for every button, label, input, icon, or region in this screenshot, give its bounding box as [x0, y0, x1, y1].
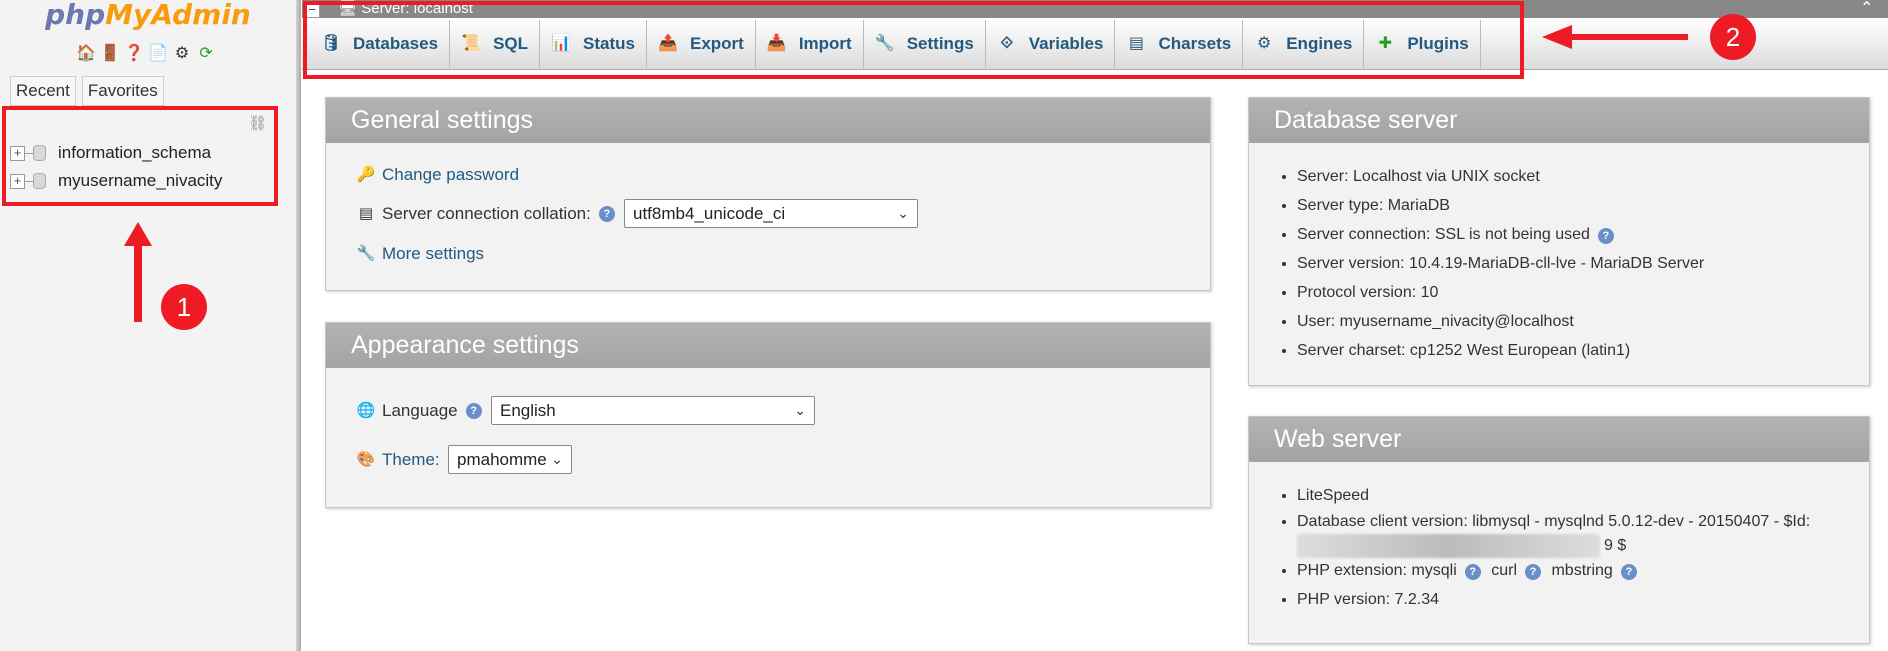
help-icon[interactable]: ?	[1464, 564, 1481, 580]
general-settings-panel: General settings 🔑 Change password ▤ Ser…	[325, 97, 1211, 291]
highlight-box-2	[303, 1, 1524, 79]
list-item: PHP version: 7.2.34	[1297, 585, 1837, 614]
collation-row: ▤ Server connection collation: ?	[356, 204, 615, 224]
more-settings-row: 🔧 More settings	[356, 244, 484, 264]
theme-label[interactable]: Theme:	[382, 450, 440, 470]
appearance-settings-panel: Appearance settings 🌐 Language ? English…	[325, 322, 1211, 508]
help-icon[interactable]: ?	[598, 206, 615, 222]
chevron-down-icon: ⌄	[897, 205, 909, 221]
nav-toolbar: 🏠 🚪 ❓ 📄 ⚙ ⟳	[76, 44, 216, 64]
help-icon[interactable]: ?	[1525, 564, 1542, 580]
home-icon[interactable]: 🏠	[76, 44, 96, 64]
tab-recent[interactable]: Recent	[10, 76, 76, 106]
tab-favorites[interactable]: Favorites	[81, 76, 164, 106]
database-server-panel: Database server Server: Localhost via UN…	[1248, 97, 1870, 386]
nav-resizer[interactable]	[296, 0, 301, 651]
list-item: User: myusername_nivacity@localhost	[1297, 307, 1704, 336]
help-icon[interactable]: ?	[1597, 228, 1614, 244]
panel-title: Database server	[1249, 98, 1869, 143]
logout-icon[interactable]: 🚪	[100, 44, 120, 64]
change-password-link[interactable]: Change password	[382, 165, 519, 185]
annotation-badge-1: 1	[161, 284, 207, 330]
chevron-down-icon: ⌄	[551, 451, 563, 467]
gear-icon[interactable]: ⚙	[172, 44, 192, 64]
language-row: 🌐 Language ?	[356, 401, 482, 421]
help-icon[interactable]: ?	[465, 403, 482, 419]
language-select[interactable]: English ⌄	[491, 396, 815, 425]
collation-label: Server connection collation:	[382, 204, 591, 223]
list-item: Protocol version: 10	[1297, 278, 1704, 307]
language-icon: 🌐	[356, 402, 376, 419]
list-item: Database client version: libmysql - mysq…	[1297, 510, 1837, 558]
redacted-id: 0000000000000000000000000000000000	[1297, 534, 1600, 558]
panel-title: General settings	[326, 98, 1210, 143]
phpmyadmin-logo[interactable]: phpMyAdmin	[0, 0, 296, 30]
panel-title: Appearance settings	[326, 323, 1210, 368]
list-item: Server charset: cp1252 West European (la…	[1297, 336, 1704, 365]
palette-icon: 🎨	[356, 451, 376, 468]
wrench-icon: 🔧	[356, 245, 376, 262]
arrow-left	[1570, 34, 1688, 40]
theme-select[interactable]: pmahomme ⌄	[448, 445, 572, 474]
change-password-row: 🔑 Change password	[356, 165, 519, 185]
collation-select[interactable]: utf8mb4_unicode_ci ⌄	[624, 199, 918, 228]
theme-row: 🎨 Theme:	[356, 450, 440, 470]
list-item: Server connection: SSL is not being used…	[1297, 220, 1704, 249]
web-server-panel: Web server LiteSpeed Database client ver…	[1248, 416, 1870, 644]
list-item: Server version: 10.4.19-MariaDB-cll-lve …	[1297, 249, 1704, 278]
key-icon: 🔑	[356, 166, 376, 183]
database-server-list: Server: Localhost via UNIX socket Server…	[1297, 162, 1704, 365]
highlight-box-1	[2, 106, 278, 206]
docs-icon[interactable]: 📄	[148, 44, 168, 64]
list-item: Server: Localhost via UNIX socket	[1297, 162, 1704, 191]
chevron-down-icon: ⌄	[794, 402, 806, 418]
collapse-top-icon[interactable]: ⌃	[1860, 0, 1873, 18]
help-icon[interactable]: ❓	[124, 44, 144, 64]
reload-icon[interactable]: ⟳	[196, 44, 216, 64]
annotation-badge-2: 2	[1710, 14, 1756, 60]
list-item: Server type: MariaDB	[1297, 191, 1704, 220]
language-label: Language	[382, 401, 458, 420]
panel-title: Web server	[1249, 417, 1869, 462]
web-server-list: LiteSpeed Database client version: libmy…	[1297, 481, 1837, 614]
list-item: LiteSpeed	[1297, 481, 1837, 510]
help-icon[interactable]: ?	[1620, 564, 1637, 580]
arrow-up	[134, 230, 142, 322]
list-item: PHP extension: mysqli? curl? mbstring?	[1297, 556, 1837, 585]
more-settings-link[interactable]: More settings	[382, 244, 484, 264]
nav-tabs: Recent Favorites	[10, 76, 164, 106]
collation-icon: ▤	[358, 205, 374, 222]
arrow-left-head	[1542, 25, 1572, 49]
navigation-panel: phpMyAdmin 🏠 🚪 ❓ 📄 ⚙ ⟳ Recent Favorites …	[0, 0, 296, 651]
